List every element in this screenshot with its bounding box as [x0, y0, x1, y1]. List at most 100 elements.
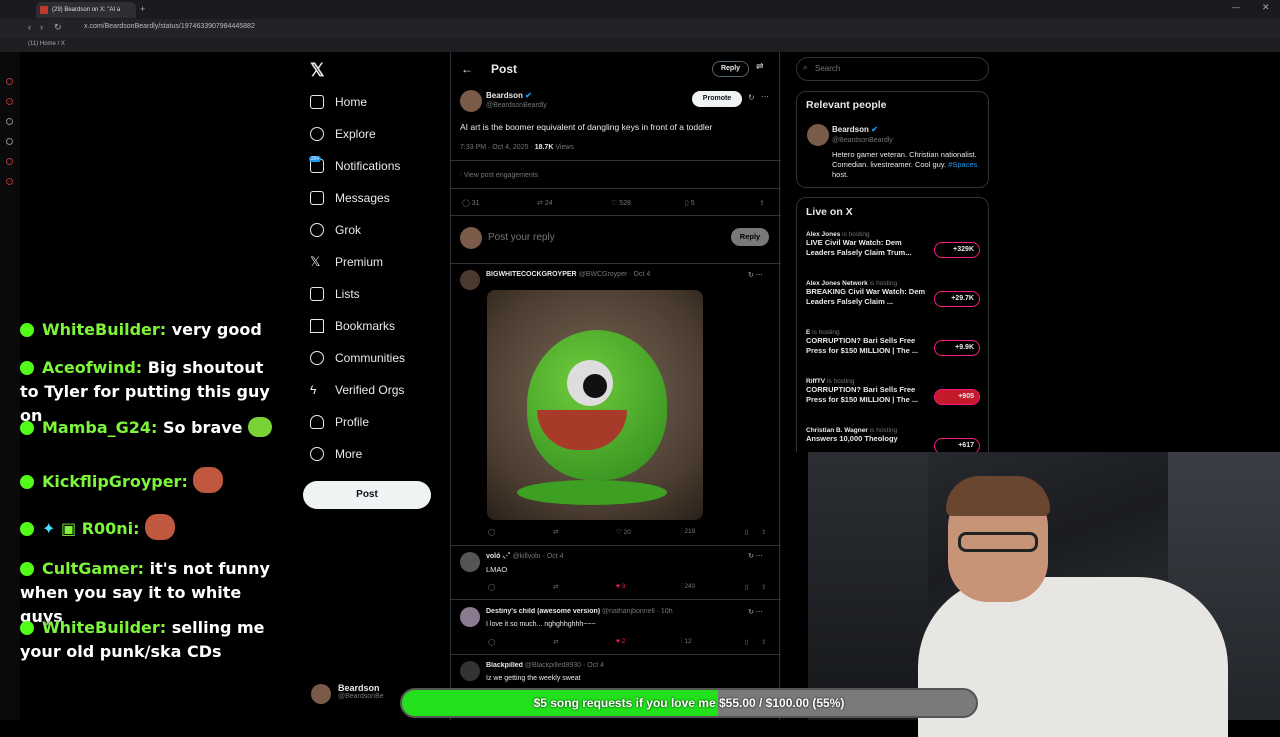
- reply-header-button[interactable]: Reply: [712, 61, 749, 77]
- reply-action[interactable]: ◯: [488, 638, 495, 646]
- views-action[interactable]: ⫶ 219: [681, 528, 695, 536]
- author-handle[interactable]: @BeardsonBeardly: [486, 102, 547, 109]
- sidebar-app-icon[interactable]: [6, 98, 13, 105]
- share-icon[interactable]: ⇪: [759, 199, 765, 207]
- reply-author[interactable]: Destiny's child (awesome version): [486, 608, 600, 615]
- sidebar-app-icon[interactable]: [6, 138, 13, 145]
- close-window-icon[interactable]: ✕: [1262, 2, 1270, 13]
- repost-action[interactable]: ⇄: [553, 528, 558, 536]
- like-action[interactable]: ♥ 3: [616, 583, 625, 590]
- more-icon[interactable]: ↻ ⋯: [748, 608, 763, 616]
- sidebar-app-icon[interactable]: [6, 78, 13, 85]
- reply-action[interactable]: ◯: [488, 583, 495, 591]
- x-logo-icon[interactable]: 𝕏: [310, 60, 325, 81]
- relevant-person-name[interactable]: Beardson ✔: [832, 125, 878, 134]
- minimize-icon[interactable]: —: [1232, 3, 1240, 12]
- reply-image[interactable]: [487, 290, 703, 520]
- more-icon[interactable]: ↻ ⋯: [748, 552, 763, 560]
- live-space-item[interactable]: Alex Jones Network is hosting BREAKING C…: [806, 280, 986, 307]
- sidebar-item-home[interactable]: Home: [310, 91, 367, 113]
- avatar[interactable]: [460, 552, 480, 572]
- bookmark-icon[interactable]: ▯: [745, 528, 749, 536]
- share-icon[interactable]: ⇪: [761, 583, 766, 591]
- forward-icon[interactable]: ›: [40, 22, 43, 32]
- divider: [451, 263, 781, 264]
- search-input[interactable]: Search: [796, 57, 989, 81]
- sidebar-item-label: Communities: [335, 351, 406, 365]
- share-icon[interactable]: ⇪: [761, 528, 766, 536]
- host-status: is hosting: [826, 378, 855, 385]
- reload-icon[interactable]: ↻: [54, 22, 62, 33]
- url-field[interactable]: x.com/BeardsonBeardly/status/19746339079…: [84, 23, 255, 30]
- grok-icon[interactable]: ↻: [748, 93, 755, 102]
- sidebar-app-icon[interactable]: [6, 158, 13, 165]
- reply-submit-button[interactable]: Reply: [731, 228, 769, 246]
- sidebar-item-grok[interactable]: Grok: [310, 219, 361, 241]
- reply-author[interactable]: Blackpilled: [486, 662, 523, 669]
- live-space-item[interactable]: Alex Jones is hosting LIVE Civil War Wat…: [806, 231, 986, 258]
- repost-action[interactable]: ⇄: [553, 638, 558, 646]
- sidebar-item-messages[interactable]: Messages: [310, 187, 390, 209]
- sidebar-item-label: Grok: [335, 223, 362, 237]
- sidebar-app-icon[interactable]: [6, 178, 13, 185]
- settings-icon[interactable]: ⇌: [756, 61, 764, 72]
- sidebar-item-more[interactable]: More: [310, 443, 362, 465]
- view-engagements-link[interactable]: ⫶ View post engagements: [460, 172, 538, 180]
- bookmark-icon: [310, 319, 324, 333]
- like-action[interactable]: ♡ 528: [611, 199, 631, 207]
- live-host: Christian B. Wagner is hosting: [806, 427, 986, 434]
- bookmark-icon[interactable]: ▯: [745, 638, 749, 646]
- avatar[interactable]: [460, 90, 482, 112]
- post-button[interactable]: Post: [303, 481, 431, 509]
- share-icon[interactable]: ⇪: [761, 638, 766, 646]
- views-action[interactable]: ⫶ 12: [681, 638, 692, 646]
- back-icon[interactable]: ‹: [28, 22, 31, 32]
- live-space-item[interactable]: E is hosting CORRUPTION? Bari Sells Free…: [806, 329, 986, 356]
- more-icon[interactable]: ↻ ⋯: [748, 271, 763, 279]
- author-name[interactable]: Beardson ✔: [486, 91, 532, 100]
- live-title-text: CORRUPTION? Bari Sells Free Press for $1…: [806, 336, 919, 355]
- bookmark-action[interactable]: ▯ 5: [685, 199, 695, 207]
- grok-icon: [310, 223, 324, 237]
- sidebar-item-bookmarks[interactable]: Bookmarks: [310, 315, 395, 337]
- bookmark-icon[interactable]: ▯: [745, 583, 749, 591]
- repost-action[interactable]: ⇄ 24: [537, 199, 553, 207]
- avatar[interactable]: [807, 124, 829, 146]
- chat-username: R00ni:: [81, 519, 140, 538]
- sidebar-item-communities[interactable]: Communities: [310, 347, 405, 369]
- live-space-item[interactable]: Christian B. Wagner is hosting Answers 1…: [806, 427, 986, 452]
- repost-action[interactable]: ⇄: [553, 583, 558, 591]
- reply-action[interactable]: ◯: [488, 528, 495, 536]
- live-space-item[interactable]: RiffTV is hosting CORRUPTION? Bari Sells…: [806, 378, 986, 405]
- avatar[interactable]: [460, 270, 480, 290]
- address-bar: ‹ › ↻ x.com/BeardsonBeardly/status/19746…: [0, 19, 1280, 38]
- new-tab-icon[interactable]: +: [140, 4, 145, 14]
- reply-author[interactable]: BIGWHITECOCKGROYPER: [486, 271, 577, 278]
- reply-author[interactable]: voló ⸜·˚: [486, 553, 511, 560]
- avatar[interactable]: [311, 684, 331, 704]
- reply-input[interactable]: Post your reply: [488, 232, 555, 243]
- account-switcher[interactable]: Beardson @BeardsonBe: [338, 683, 384, 700]
- chat-username: Aceofwind:: [42, 358, 143, 377]
- bookmark-item[interactable]: (11) Home / X: [28, 41, 65, 47]
- sidebar-item-notifications[interactable]: Notifications: [310, 155, 400, 177]
- browser-tab[interactable]: (29) Beardson on X: "AI a: [36, 2, 136, 18]
- sidebar-item-lists[interactable]: Lists: [310, 283, 360, 305]
- like-action[interactable]: ♥ 2: [616, 638, 625, 645]
- promote-button[interactable]: Promote: [692, 91, 742, 107]
- views-action[interactable]: ⫶ 240: [681, 583, 695, 591]
- avatar[interactable]: [460, 607, 480, 627]
- sidebar-item-explore[interactable]: Explore: [310, 123, 376, 145]
- sidebar-item-verified-orgs[interactable]: ϟ Verified Orgs: [310, 379, 404, 401]
- reply-action[interactable]: ◯ 31: [462, 199, 480, 207]
- sidebar-item-premium[interactable]: 𝕏 Premium: [310, 251, 383, 273]
- bio-hashtag[interactable]: #Spaces: [948, 160, 977, 169]
- sidebar-app-icon[interactable]: [6, 118, 13, 125]
- more-icon[interactable]: ⋯: [761, 92, 769, 101]
- tweet-text: AI art is the boomer equivalent of dangl…: [460, 122, 713, 132]
- sidebar-item-profile[interactable]: Profile: [310, 411, 369, 433]
- like-action[interactable]: ♡ 20: [616, 528, 631, 536]
- avatar[interactable]: [460, 661, 480, 681]
- back-arrow-icon[interactable]: ←: [461, 62, 473, 76]
- relevant-people-title: Relevant people: [806, 99, 887, 111]
